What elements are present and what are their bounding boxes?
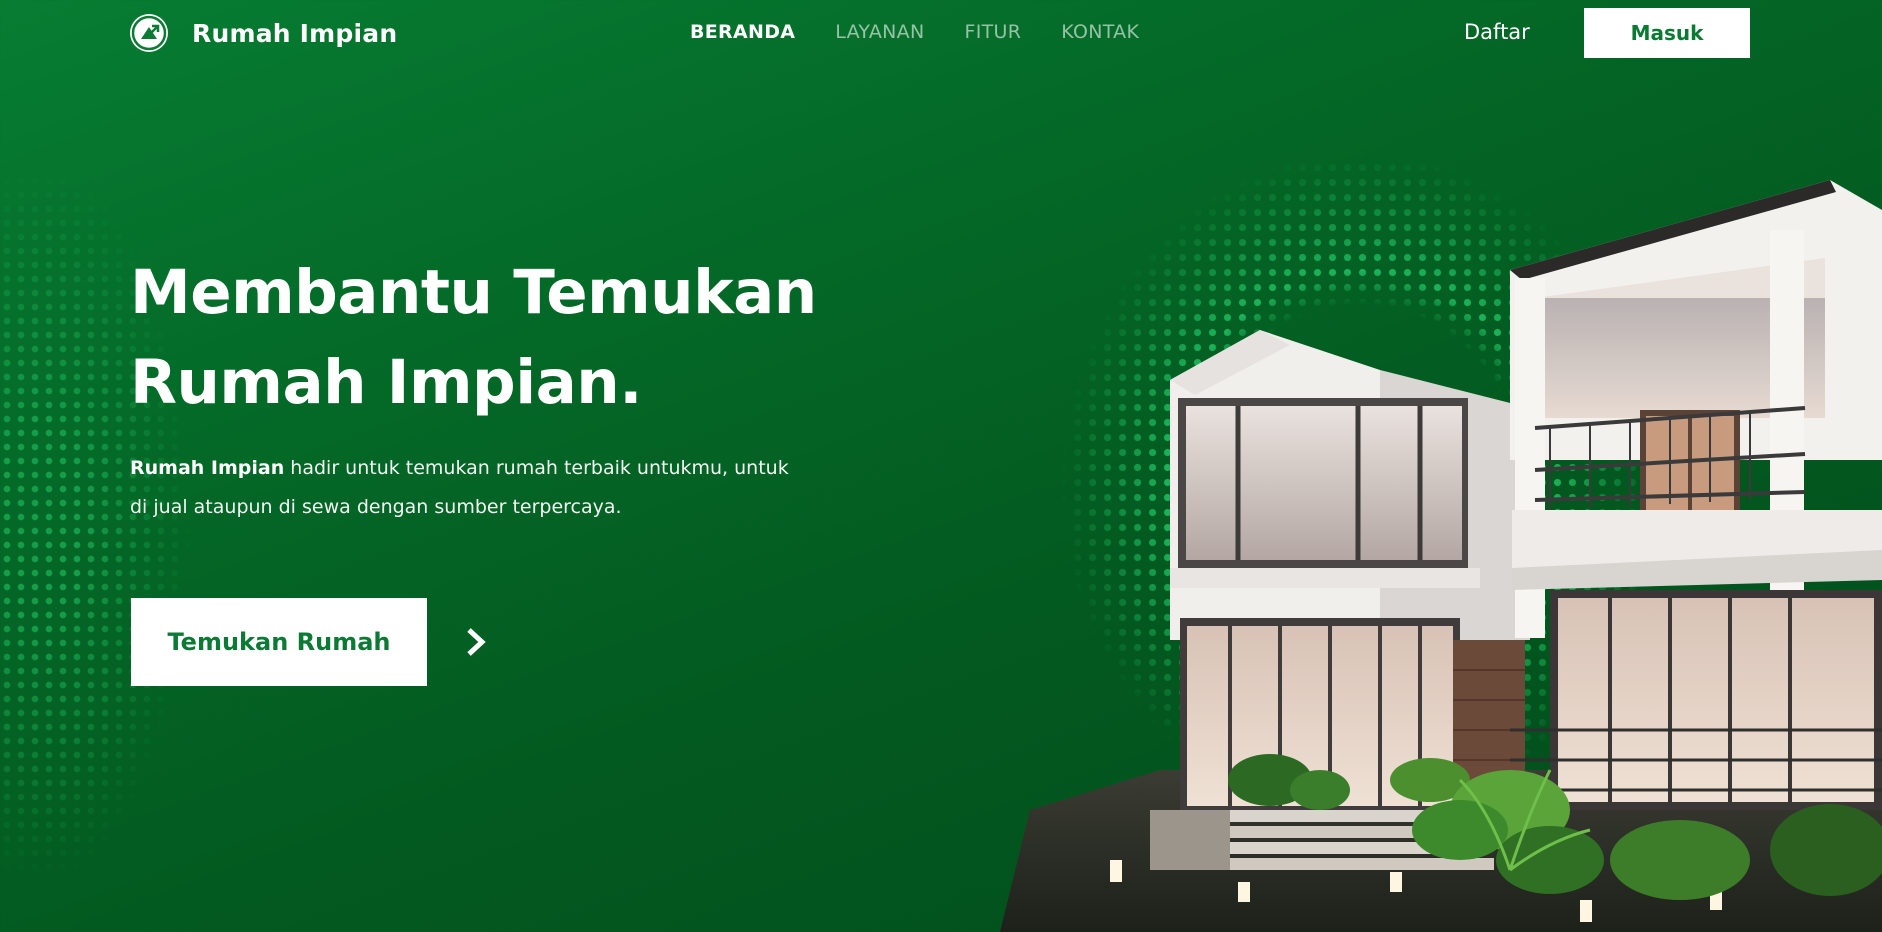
brand-logo-icon — [130, 14, 168, 52]
hero-description-brand: Rumah Impian — [130, 457, 285, 479]
top-navbar: Rumah Impian BERANDA LAYANAN FITUR KONTA… — [0, 0, 1882, 66]
hero-description-text-1: hadir untuk temukan rumah terbaik untukm… — [284, 457, 789, 479]
chevron-right-icon[interactable] — [458, 624, 494, 660]
brand-logo[interactable]: Rumah Impian — [130, 14, 397, 52]
hero-title: Membantu Temukan Rumah Impian. — [130, 248, 890, 428]
house-illustration — [990, 170, 1882, 932]
nav-item-beranda[interactable]: BERANDA — [690, 21, 795, 43]
hero-title-line-1: Membantu Temukan — [130, 257, 817, 328]
brand-name: Rumah Impian — [192, 18, 398, 48]
hero-description-text-2: di jual ataupun di sewa dengan sumber te… — [130, 496, 622, 518]
register-link[interactable]: Daftar — [1464, 20, 1530, 44]
find-house-button[interactable]: Temukan Rumah — [131, 598, 427, 686]
hero-title-line-2: Rumah Impian. — [130, 347, 642, 418]
nav-item-fitur[interactable]: FITUR — [964, 21, 1021, 43]
login-button[interactable]: Masuk — [1584, 8, 1750, 58]
main-menu: BERANDA LAYANAN FITUR KONTAK — [690, 21, 1179, 43]
nav-item-layanan[interactable]: LAYANAN — [835, 21, 924, 43]
hero-description: Rumah Impian hadir untuk temukan rumah t… — [130, 449, 830, 527]
nav-item-kontak[interactable]: KONTAK — [1061, 21, 1139, 43]
